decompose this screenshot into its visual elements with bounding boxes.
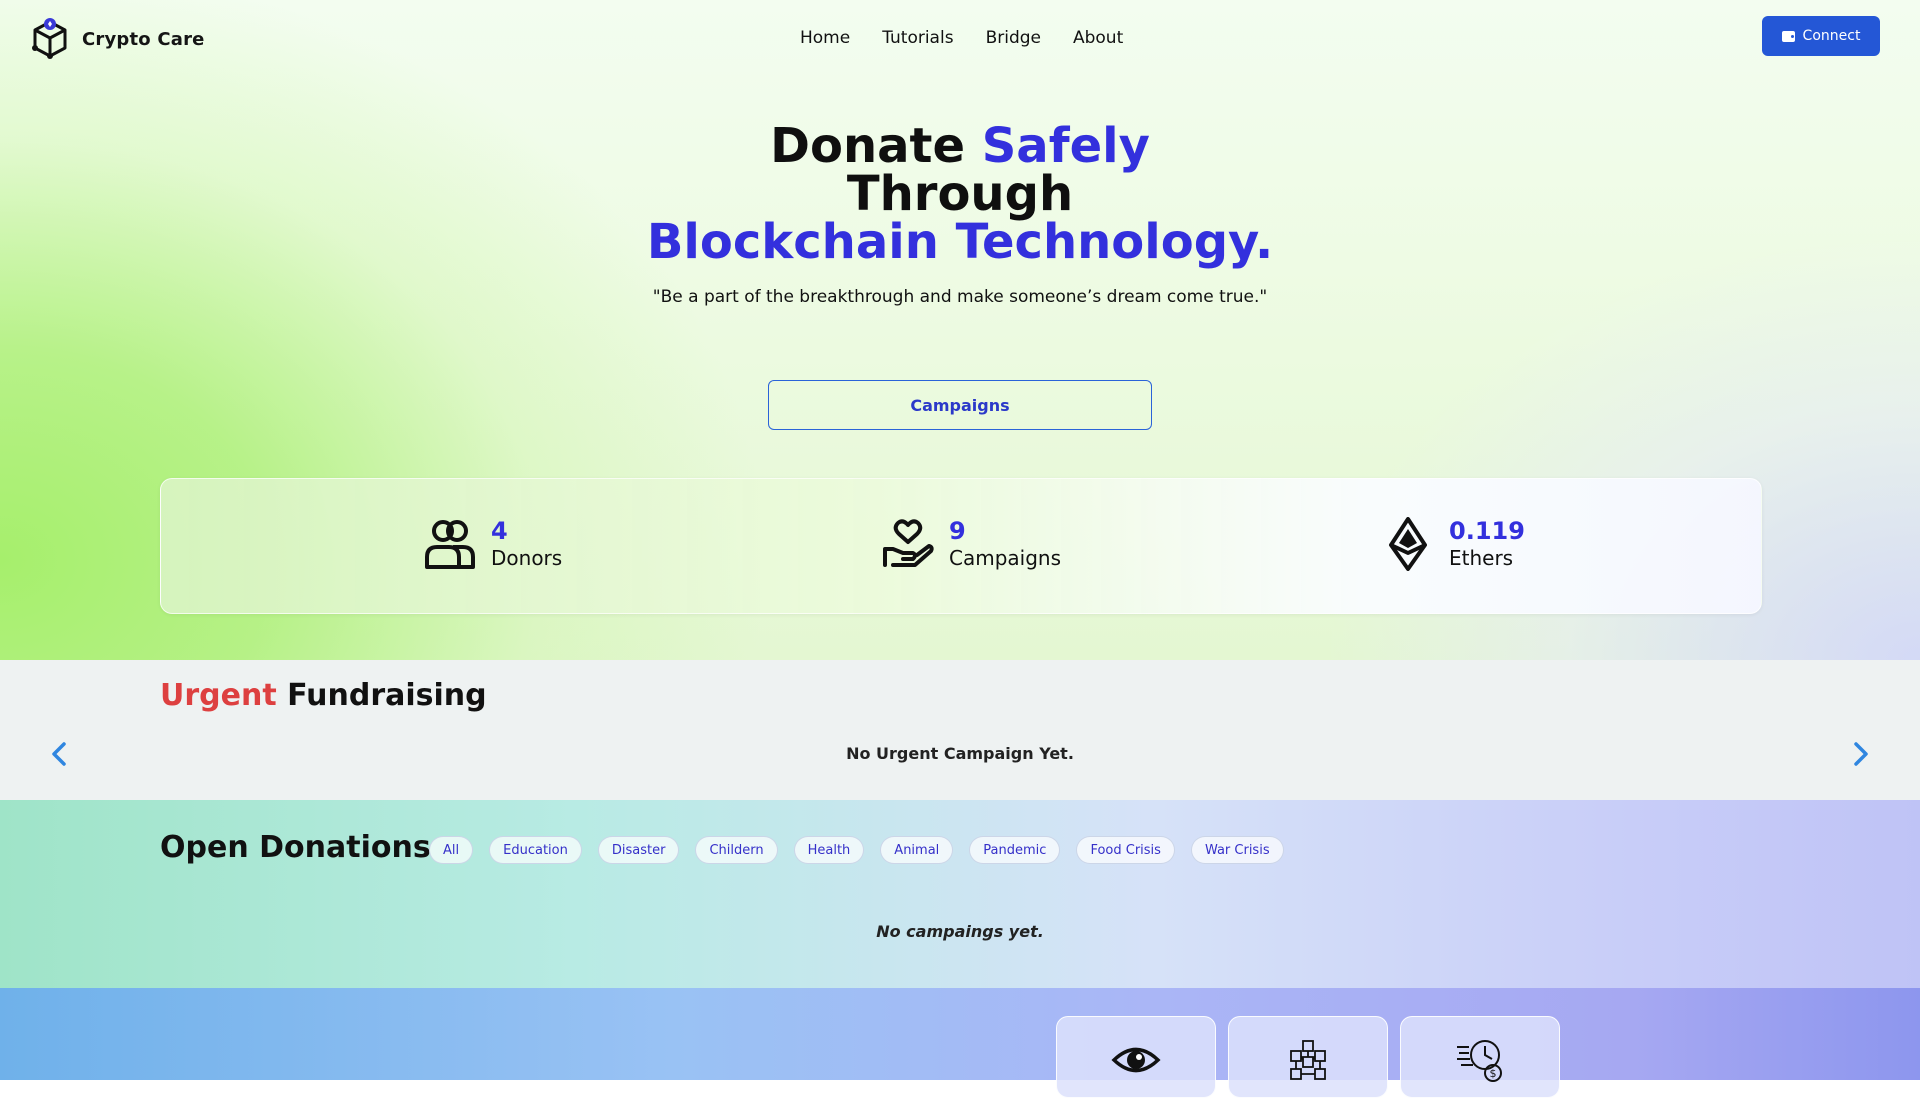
filter-all[interactable]: All — [429, 836, 474, 864]
urgent-empty-message: No Urgent Campaign Yet. — [846, 744, 1074, 763]
urgent-title: Urgent Fundraising — [160, 678, 487, 713]
headline-blockchain: Blockchain Technology. — [646, 214, 1274, 270]
connect-button[interactable]: Connect — [1762, 16, 1880, 56]
feature-card-fast-transfer[interactable]: $ — [1400, 1016, 1560, 1098]
ethers-amount: 0.119 — [1449, 517, 1525, 545]
hero-headline: Donate Safely Through Blockchain Technol… — [0, 122, 1920, 266]
stats-panel: 4 Donors 9 Campaigns 0.119 Ethers — [160, 478, 1762, 614]
cube-logo-icon — [32, 18, 67, 59]
feature-card-transparency[interactable] — [1056, 1016, 1216, 1098]
wallet-icon — [1781, 30, 1795, 42]
ethers-label: Ethers — [1449, 546, 1514, 570]
stat-donors: 4 Donors — [423, 517, 562, 571]
filter-animal[interactable]: Animal — [880, 836, 954, 864]
main-nav: Home Tutorials Bridge About — [800, 28, 1155, 48]
ethereum-icon — [1389, 517, 1427, 571]
campaigns-count: 9 — [949, 517, 966, 545]
eye-icon — [1111, 1047, 1161, 1073]
headline-through: Through — [846, 166, 1074, 222]
nav-about[interactable]: About — [1073, 28, 1123, 48]
chevron-right-icon[interactable] — [1846, 740, 1874, 768]
open-donations-section: Open Donations All Education Disaster Ch… — [0, 800, 1920, 988]
filter-food-crisis[interactable]: Food Crisis — [1076, 836, 1175, 864]
connect-label: Connect — [1802, 28, 1861, 44]
fast-money-clock-icon: $ — [1457, 1040, 1502, 1082]
donors-icon — [425, 520, 475, 569]
stat-campaigns: 9 Campaigns — [881, 517, 1061, 571]
urgent-title-rest: Fundraising — [287, 678, 487, 713]
feature-card-blockchain[interactable] — [1228, 1016, 1388, 1098]
blockchain-network-icon — [1290, 1040, 1326, 1080]
features-section: $ — [0, 988, 1920, 1098]
donors-count: 4 — [491, 517, 508, 545]
filter-health[interactable]: Health — [793, 836, 865, 864]
nav-home[interactable]: Home — [800, 28, 850, 48]
brand[interactable]: Crypto Care — [30, 18, 205, 60]
open-donations-empty-message: No campaings yet. — [876, 922, 1044, 941]
campaigns-button[interactable]: Campaigns — [768, 380, 1152, 430]
open-donations-title: Open Donations — [160, 830, 431, 865]
brand-name: Crypto Care — [82, 28, 205, 50]
svg-text:$: $ — [1490, 1067, 1497, 1080]
hero-quote: "Be a part of the breakthrough and make … — [652, 287, 1268, 307]
stat-ethers: 0.119 Ethers — [1381, 517, 1525, 571]
nav-tutorials[interactable]: Tutorials — [882, 28, 953, 48]
filter-disaster[interactable]: Disaster — [597, 836, 680, 864]
nav-bridge[interactable]: Bridge — [986, 28, 1041, 48]
filter-war-crisis[interactable]: War Crisis — [1190, 836, 1284, 864]
campaigns-label: Campaigns — [949, 546, 1062, 570]
filter-pandemic[interactable]: Pandemic — [969, 836, 1061, 864]
filter-education[interactable]: Education — [489, 836, 582, 864]
urgent-section: Urgent Fundraising No Urgent Campaign Ye… — [0, 660, 1920, 800]
donors-label: Donors — [491, 546, 563, 570]
hero-section: Crypto Care Home Tutorials Bridge About … — [0, 0, 1920, 660]
urgent-title-highlight: Urgent — [160, 678, 277, 713]
hand-heart-icon — [883, 519, 934, 567]
filter-children[interactable]: Childern — [695, 836, 778, 864]
category-filters: All Education Disaster Childern Health A… — [429, 836, 1284, 864]
